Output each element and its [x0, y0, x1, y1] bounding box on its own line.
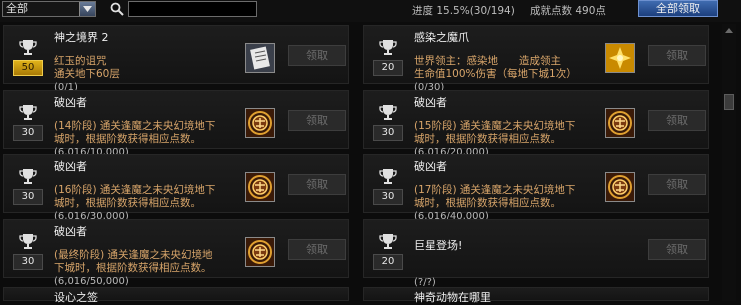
achievement-desc-text: (16阶段) 通关逢魔之未央幻境地下 城时，根据阶数获得相应点数。	[54, 184, 216, 209]
achievement-card: 30 破凶者 (14阶段) 通关逢魔之未央幻境地下 城时，根据阶数获得相应点数。…	[3, 90, 349, 158]
achievement-desc-text: 红玉的诅咒 通关地下60层	[54, 55, 120, 80]
trophy-badge: 20	[371, 35, 405, 79]
achievement-card: 30 破凶者 (16阶段) 通关逢魔之未央幻境地下 城时，根据阶数获得相应点数。…	[3, 154, 349, 222]
progress-label: 进度	[412, 5, 433, 17]
trophy-icon	[379, 105, 397, 120]
claim-button[interactable]: 领取	[648, 239, 706, 260]
top-toolbar: 全部 进度 15.5%(30/194) 成就点数 490点 全部领取	[0, 0, 741, 22]
trophy-badge: 30	[371, 164, 405, 208]
claim-button[interactable]: 领取	[288, 239, 346, 260]
trophy-badge: 30	[11, 164, 45, 208]
claim-button[interactable]: 领取	[648, 174, 706, 195]
achievement-desc-text: (15阶段) 通关逢魔之未央幻境地下 城时，根据阶数获得相应点数。	[414, 120, 576, 145]
claim-button[interactable]: 领取	[648, 110, 706, 131]
points-badge: 50	[13, 60, 43, 76]
achievement-card: 20 巨星登场! (?/?) 领取	[363, 219, 709, 288]
emblem-icon[interactable]	[605, 108, 635, 138]
claim-button[interactable]: 领取	[288, 45, 346, 66]
achievement-card: 30 破凶者 (15阶段) 通关逢魔之未央幻境地下 城时，根据阶数获得相应点数。…	[363, 90, 709, 158]
trophy-badge: 30	[11, 229, 45, 273]
achievement-title: 设心之签	[54, 291, 98, 304]
trophy-icon	[19, 105, 37, 120]
points-value: 490点	[575, 5, 606, 17]
achievement-card: 30 破凶者 (17阶段) 通关逢魔之未央幻境地下 城时，根据阶数获得相应点数。…	[363, 154, 709, 222]
achievement-desc-text: (14阶段) 通关逢魔之未央幻境地下 城时，根据阶数获得相应点数。	[54, 120, 216, 145]
points-readout: 成就点数 490点	[530, 3, 606, 18]
emblem-icon[interactable]	[245, 237, 275, 267]
achievement-card: 50 神之境界 2 红玉的诅咒 通关地下60层 (0/1) 领取	[3, 25, 349, 93]
claim-button[interactable]: 领取	[288, 110, 346, 131]
category-value: 全部	[6, 2, 28, 15]
trophy-icon	[379, 169, 397, 184]
achievement-card: 20 感染之魔爪 世界领主：感染地 造成领主 生命值100%伤害（每地下城1次）…	[363, 25, 709, 93]
progress-value: 15.5%(30/194)	[436, 5, 515, 17]
emblem-icon[interactable]	[245, 108, 275, 138]
trophy-badge: 50	[11, 35, 45, 79]
points-badge: 30	[13, 125, 43, 141]
emblem-icon[interactable]	[605, 172, 635, 202]
scroll-icon[interactable]	[245, 43, 275, 73]
progress-readout: 进度 15.5%(30/194)	[412, 3, 515, 18]
claim-button[interactable]: 领取	[288, 174, 346, 195]
achievement-card: 30 破凶者 (最终阶段) 通关逢魔之未央幻境地 下城时，根据阶数获得相应点数。…	[3, 219, 349, 287]
search-icon[interactable]	[110, 2, 124, 16]
achievement-desc-text: (17阶段) 通关逢魔之未央幻境地下 城时，根据阶数获得相应点数。	[414, 184, 576, 209]
points-label: 成就点数	[530, 5, 572, 17]
points-badge: 20	[373, 60, 403, 76]
trophy-badge: 30	[371, 100, 405, 144]
claim-button[interactable]: 领取	[648, 45, 706, 66]
scroll-thumb[interactable]	[724, 94, 734, 110]
crystal-icon[interactable]	[605, 43, 635, 73]
achievement-desc-text: 世界领主：感染地 造成领主 生命值100%伤害（每地下城1次）	[414, 55, 577, 80]
category-dropdown[interactable]: 全部	[2, 1, 96, 17]
points-badge: 20	[373, 254, 403, 270]
chevron-down-icon[interactable]	[79, 2, 95, 16]
trophy-icon	[19, 234, 37, 249]
points-badge: 30	[13, 189, 43, 205]
points-badge: 30	[373, 189, 403, 205]
trophy-icon	[19, 40, 37, 55]
achievement-card-partial-left: 设心之签	[3, 287, 349, 304]
points-badge: 30	[13, 254, 43, 270]
points-badge: 30	[373, 125, 403, 141]
achievement-title: 神奇动物在哪里	[414, 291, 491, 304]
trophy-badge: 20	[371, 229, 405, 273]
search-input[interactable]	[128, 1, 257, 17]
emblem-icon[interactable]	[245, 172, 275, 202]
trophy-badge: 30	[11, 100, 45, 144]
achievement-desc-text: (最终阶段) 通关逢魔之未央幻境地 下城时，根据阶数获得相应点数。	[54, 249, 213, 274]
scrollbar[interactable]	[722, 24, 736, 301]
scroll-up-icon[interactable]	[722, 24, 736, 36]
trophy-icon	[19, 169, 37, 184]
trophy-icon	[379, 40, 397, 55]
achievement-card-partial-right: 神奇动物在哪里	[363, 287, 709, 304]
trophy-icon	[379, 234, 397, 249]
claim-all-button[interactable]: 全部领取	[638, 0, 718, 17]
